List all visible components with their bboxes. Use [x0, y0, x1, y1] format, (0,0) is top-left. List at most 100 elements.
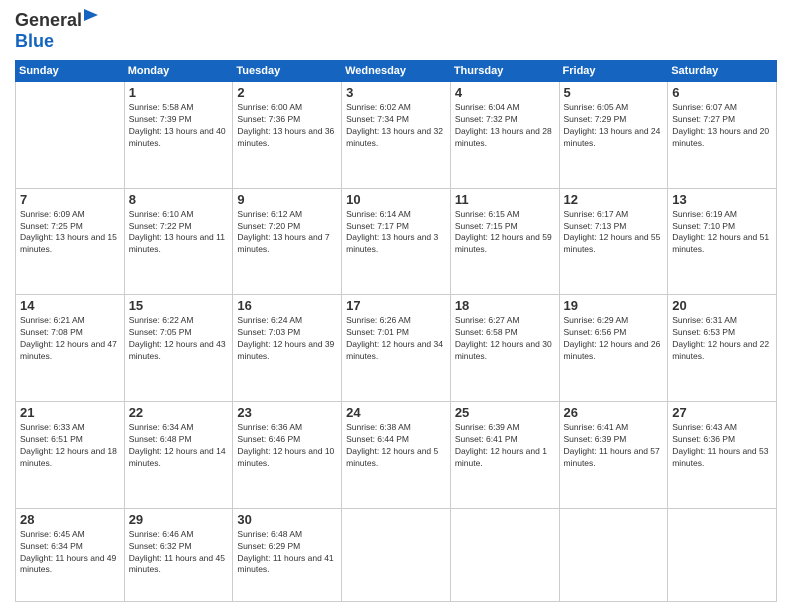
calendar-cell: 18Sunrise: 6:27 AMSunset: 6:58 PMDayligh… [450, 295, 559, 402]
day-info: Sunrise: 6:33 AMSunset: 6:51 PMDaylight:… [20, 422, 120, 470]
day-info: Sunrise: 6:48 AMSunset: 6:29 PMDaylight:… [237, 529, 337, 577]
calendar-cell: 6Sunrise: 6:07 AMSunset: 7:27 PMDaylight… [668, 82, 777, 189]
calendar-cell [16, 82, 125, 189]
day-number: 16 [237, 298, 337, 313]
day-info: Sunrise: 6:45 AMSunset: 6:34 PMDaylight:… [20, 529, 120, 577]
day-info: Sunrise: 6:00 AMSunset: 7:36 PMDaylight:… [237, 102, 337, 150]
calendar-cell: 30 Sunrise: 6:48 AMSunset: 6:29 PMDayligh… [233, 508, 342, 601]
day-info: Sunrise: 6:09 AMSunset: 7:25 PMDaylight:… [20, 209, 120, 257]
day-number: 1 [129, 85, 229, 100]
day-number: 21 [20, 405, 120, 420]
calendar-cell: 3Sunrise: 6:02 AMSunset: 7:34 PMDaylight… [342, 82, 451, 189]
calendar-cell [559, 508, 668, 601]
day-info: Sunrise: 6:21 AMSunset: 7:08 PMDaylight:… [20, 315, 120, 363]
day-number: 4 [455, 85, 555, 100]
calendar-cell: 24 Sunrise: 6:38 AMSunset: 6:44 PMDayligh… [342, 402, 451, 509]
day-info: Sunrise: 6:24 AMSunset: 7:03 PMDaylight:… [237, 315, 337, 363]
calendar-table: SundayMondayTuesdayWednesdayThursdayFrid… [15, 60, 777, 602]
day-number: 14 [20, 298, 120, 313]
day-info: Sunrise: 6:05 AMSunset: 7:29 PMDaylight:… [564, 102, 664, 150]
day-info: Sunrise: 6:39 AMSunset: 6:41 PMDaylight:… [455, 422, 555, 470]
calendar-cell: 4 Sunrise: 6:04 AMSunset: 7:32 PMDaylight… [450, 82, 559, 189]
day-number: 23 [237, 405, 337, 420]
day-info: Sunrise: 6:14 AMSunset: 7:17 PMDaylight:… [346, 209, 446, 257]
logo-general-text: General [15, 10, 82, 31]
calendar-cell: 13Sunrise: 6:19 AMSunset: 7:10 PMDayligh… [668, 188, 777, 295]
day-number: 10 [346, 192, 446, 207]
calendar-cell: 23 Sunrise: 6:36 AMSunset: 6:46 PMDayligh… [233, 402, 342, 509]
calendar-cell: 29 Sunrise: 6:46 AMSunset: 6:32 PMDayligh… [124, 508, 233, 601]
logo-flag-icon [84, 9, 100, 31]
calendar-cell: 14 Sunrise: 6:21 AMSunset: 7:08 PMDayligh… [16, 295, 125, 402]
weekday-header-friday: Friday [559, 61, 668, 82]
day-number: 25 [455, 405, 555, 420]
day-number: 15 [129, 298, 229, 313]
day-number: 27 [672, 405, 772, 420]
day-number: 28 [20, 512, 120, 527]
day-number: 13 [672, 192, 772, 207]
calendar-cell: 16 Sunrise: 6:24 AMSunset: 7:03 PMDayligh… [233, 295, 342, 402]
calendar-cell: 11Sunrise: 6:15 AMSunset: 7:15 PMDayligh… [450, 188, 559, 295]
day-number: 20 [672, 298, 772, 313]
day-number: 22 [129, 405, 229, 420]
logo: General Blue [15, 10, 100, 52]
day-info: Sunrise: 6:34 AMSunset: 6:48 PMDaylight:… [129, 422, 229, 470]
day-info: Sunrise: 6:02 AMSunset: 7:34 PMDaylight:… [346, 102, 446, 150]
calendar-cell: 25 Sunrise: 6:39 AMSunset: 6:41 PMDayligh… [450, 402, 559, 509]
day-info: Sunrise: 6:04 AMSunset: 7:32 PMDaylight:… [455, 102, 555, 150]
day-info: Sunrise: 6:10 AMSunset: 7:22 PMDaylight:… [129, 209, 229, 257]
week-row-3: 14 Sunrise: 6:21 AMSunset: 7:08 PMDayligh… [16, 295, 777, 402]
calendar-cell: 20 Sunrise: 6:31 AMSunset: 6:53 PMDayligh… [668, 295, 777, 402]
calendar-cell: 17 Sunrise: 6:26 AMSunset: 7:01 PMDayligh… [342, 295, 451, 402]
day-info: Sunrise: 6:17 AMSunset: 7:13 PMDaylight:… [564, 209, 664, 257]
day-info: Sunrise: 6:12 AMSunset: 7:20 PMDaylight:… [237, 209, 337, 257]
calendar-cell: 19Sunrise: 6:29 AMSunset: 6:56 PMDayligh… [559, 295, 668, 402]
week-row-4: 21 Sunrise: 6:33 AMSunset: 6:51 PMDayligh… [16, 402, 777, 509]
page: General Blue SundayMondayTuesdayWednesda… [0, 0, 792, 612]
calendar-cell: 22 Sunrise: 6:34 AMSunset: 6:48 PMDayligh… [124, 402, 233, 509]
day-info: Sunrise: 6:31 AMSunset: 6:53 PMDaylight:… [672, 315, 772, 363]
calendar-cell: 28 Sunrise: 6:45 AMSunset: 6:34 PMDayligh… [16, 508, 125, 601]
day-info: Sunrise: 6:26 AMSunset: 7:01 PMDaylight:… [346, 315, 446, 363]
week-row-5: 28 Sunrise: 6:45 AMSunset: 6:34 PMDayligh… [16, 508, 777, 601]
calendar-cell: 27 Sunrise: 6:43 AMSunset: 6:36 PMDayligh… [668, 402, 777, 509]
header: General Blue [15, 10, 777, 52]
day-info: Sunrise: 5:58 AMSunset: 7:39 PMDaylight:… [129, 102, 229, 150]
week-row-2: 7Sunrise: 6:09 AMSunset: 7:25 PMDaylight… [16, 188, 777, 295]
calendar-cell [450, 508, 559, 601]
calendar-cell: 8 Sunrise: 6:10 AMSunset: 7:22 PMDaylight… [124, 188, 233, 295]
day-info: Sunrise: 6:15 AMSunset: 7:15 PMDaylight:… [455, 209, 555, 257]
logo-blue-text: Blue [15, 31, 54, 51]
day-number: 24 [346, 405, 446, 420]
weekday-header-wednesday: Wednesday [342, 61, 451, 82]
day-info: Sunrise: 6:22 AMSunset: 7:05 PMDaylight:… [129, 315, 229, 363]
day-number: 17 [346, 298, 446, 313]
day-info: Sunrise: 6:36 AMSunset: 6:46 PMDaylight:… [237, 422, 337, 470]
day-number: 6 [672, 85, 772, 100]
day-number: 29 [129, 512, 229, 527]
day-info: Sunrise: 6:38 AMSunset: 6:44 PMDaylight:… [346, 422, 446, 470]
calendar-cell: 15 Sunrise: 6:22 AMSunset: 7:05 PMDayligh… [124, 295, 233, 402]
day-number: 2 [237, 85, 337, 100]
calendar-cell: 21 Sunrise: 6:33 AMSunset: 6:51 PMDayligh… [16, 402, 125, 509]
day-number: 5 [564, 85, 664, 100]
weekday-header-monday: Monday [124, 61, 233, 82]
day-info: Sunrise: 6:41 AMSunset: 6:39 PMDaylight:… [564, 422, 664, 470]
calendar-cell: 26Sunrise: 6:41 AMSunset: 6:39 PMDayligh… [559, 402, 668, 509]
day-info: Sunrise: 6:27 AMSunset: 6:58 PMDaylight:… [455, 315, 555, 363]
calendar-cell [668, 508, 777, 601]
day-number: 9 [237, 192, 337, 207]
calendar-cell: 12 Sunrise: 6:17 AMSunset: 7:13 PMDayligh… [559, 188, 668, 295]
weekday-header-sunday: Sunday [16, 61, 125, 82]
day-number: 30 [237, 512, 337, 527]
weekday-header-tuesday: Tuesday [233, 61, 342, 82]
weekday-header-thursday: Thursday [450, 61, 559, 82]
day-number: 12 [564, 192, 664, 207]
calendar-cell: 5 Sunrise: 6:05 AMSunset: 7:29 PMDaylight… [559, 82, 668, 189]
day-number: 8 [129, 192, 229, 207]
weekday-header-saturday: Saturday [668, 61, 777, 82]
calendar-cell: 9 Sunrise: 6:12 AMSunset: 7:20 PMDaylight… [233, 188, 342, 295]
day-info: Sunrise: 6:46 AMSunset: 6:32 PMDaylight:… [129, 529, 229, 577]
day-info: Sunrise: 6:43 AMSunset: 6:36 PMDaylight:… [672, 422, 772, 470]
calendar-cell: 1 Sunrise: 5:58 AMSunset: 7:39 PMDaylight… [124, 82, 233, 189]
